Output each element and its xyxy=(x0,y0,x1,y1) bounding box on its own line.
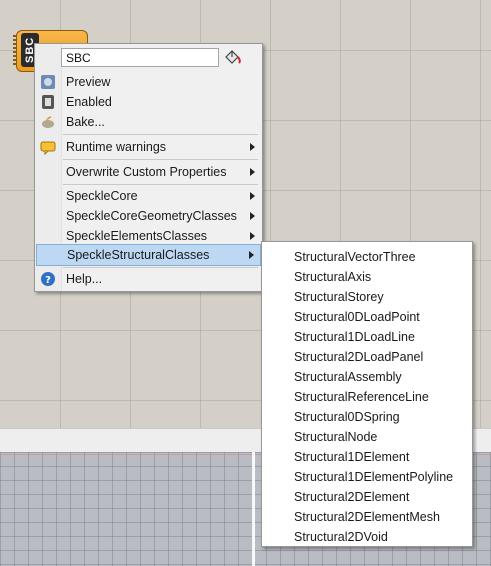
menu-item-label: Bake... xyxy=(66,115,105,129)
menu-item-preview[interactable]: Preview xyxy=(36,71,261,93)
menu-item-label: SpeckleCore xyxy=(66,189,138,203)
menu-item-specklecoregeometryclasses[interactable]: SpeckleCoreGeometryClasses xyxy=(36,205,261,227)
menu-item-runtime-warnings[interactable]: Runtime warnings xyxy=(36,136,261,158)
submenu-arrow-icon xyxy=(250,168,255,176)
menu-separator xyxy=(63,159,258,160)
paint-bucket-icon[interactable] xyxy=(222,48,242,68)
menu-item-label: Overwrite Custom Properties xyxy=(66,165,227,179)
submenu-item-structural1delement[interactable]: Structural1DElement xyxy=(294,447,409,467)
nickname-input[interactable]: SBC xyxy=(61,48,219,67)
submenu-item-structural0dspring[interactable]: Structural0DSpring xyxy=(294,407,400,427)
menu-item-enabled[interactable]: Enabled xyxy=(36,91,261,113)
submenu-item-structural2dloadpanel[interactable]: Structural2DLoadPanel xyxy=(294,347,423,367)
submenu-arrow-icon xyxy=(250,212,255,220)
submenu-item-structural0dloadpoint[interactable]: Structural0DLoadPoint xyxy=(294,307,420,327)
submenu-arrow-icon xyxy=(250,232,255,240)
context-menu: SBC Preview Enabled Bake... Runtime warn… xyxy=(34,43,263,292)
submenu-item-structuralaxis[interactable]: StructuralAxis xyxy=(294,267,371,287)
submenu-item-structural1dloadline[interactable]: Structural1DLoadLine xyxy=(294,327,415,347)
viewport-y-axis xyxy=(252,452,255,566)
component-input-grip[interactable] xyxy=(13,35,17,67)
structural-classes-submenu: StructuralVectorThree StructuralAxis Str… xyxy=(261,241,473,547)
warning-balloon-icon xyxy=(40,141,56,155)
menu-item-label: SpeckleStructuralClasses xyxy=(67,248,210,262)
menu-item-label: SpeckleCoreGeometryClasses xyxy=(66,209,237,223)
submenu-item-structuralvectorthree[interactable]: StructuralVectorThree xyxy=(294,247,416,267)
submenu-item-structuralnode[interactable]: StructuralNode xyxy=(294,427,377,447)
submenu-item-structural2dvoid[interactable]: Structural2DVoid xyxy=(294,527,388,547)
menu-item-label: Preview xyxy=(66,75,111,89)
bake-icon xyxy=(42,116,54,128)
menu-separator xyxy=(63,134,258,135)
menu-item-label: Enabled xyxy=(66,95,112,109)
svg-text:?: ? xyxy=(45,275,51,286)
help-icon: ? xyxy=(41,272,55,286)
menu-item-overwrite-custom-properties[interactable]: Overwrite Custom Properties xyxy=(36,161,261,183)
enabled-icon xyxy=(42,95,54,109)
submenu-arrow-icon xyxy=(250,192,255,200)
menu-item-specklestructuralclasses[interactable]: SpeckleStructuralClasses xyxy=(36,244,261,266)
submenu-item-structural1delementpolyline[interactable]: Structural1DElementPolyline xyxy=(294,467,453,487)
menu-item-label: Help... xyxy=(66,272,103,286)
submenu-item-structuralassembly[interactable]: StructuralAssembly xyxy=(294,367,402,387)
submenu-item-structural2delement[interactable]: Structural2DElement xyxy=(294,487,409,507)
submenu-item-structural2delementmesh[interactable]: Structural2DElementMesh xyxy=(294,507,440,527)
submenu-item-structuralreferenceline[interactable]: StructuralReferenceLine xyxy=(294,387,429,407)
submenu-arrow-icon xyxy=(250,143,255,151)
menu-item-bake[interactable]: Bake... xyxy=(36,111,261,133)
menu-item-label: Runtime warnings xyxy=(66,140,167,154)
submenu-arrow-icon xyxy=(249,251,254,259)
submenu-item-structuralstorey[interactable]: StructuralStorey xyxy=(294,287,384,307)
menu-item-help[interactable]: ? Help... xyxy=(36,268,261,290)
menu-item-label: SpeckleElementsClasses xyxy=(66,229,208,243)
menu-item-specklecore[interactable]: SpeckleCore xyxy=(36,185,261,207)
preview-icon xyxy=(41,75,55,89)
